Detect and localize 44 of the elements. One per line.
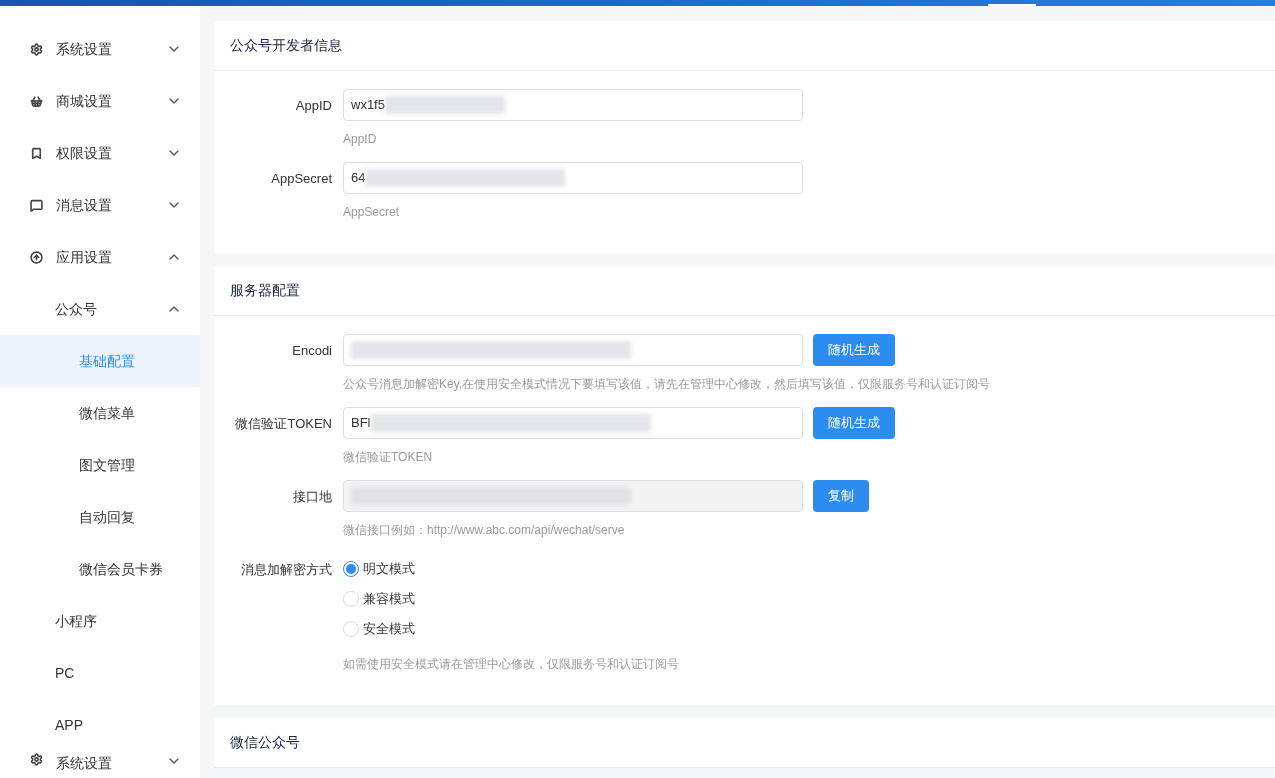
hint-text: 公众号消息加解密Key,在使用安全模式情况下要填写该值，请先在管理中心修改，然后填写该值，仅限服务号和认证订阅号 [343,376,991,393]
text-field[interactable] [343,334,803,366]
submenu-item[interactable]: PC [0,647,200,699]
submenu-item[interactable]: 小程序 [0,595,200,647]
card-title: 公众号开发者信息 [230,36,342,55]
submenu-item[interactable]: APP [0,699,200,751]
text-field[interactable]: BFl [343,407,803,439]
menu-item[interactable]: 商城设置 [0,75,200,127]
submenu-item[interactable]: 自动回复 [0,491,200,543]
field-label: AppSecret [271,170,332,188]
menu-item[interactable]: 权限设置 [0,127,200,179]
radio-option[interactable]: 兼容模式 [343,589,679,609]
circle-icon [30,250,43,264]
menu-item[interactable]: 消息设置 [0,179,200,231]
gear-icon [30,42,43,56]
hint-text: 如需使用安全模式请在管理中心修改，仅限服务号和认证订阅号 [343,656,679,673]
field-label: 微信验证TOKEN [235,415,332,433]
field-label: 消息加解密方式 [241,561,332,579]
card-title: 服务器配置 [230,281,300,300]
hint-text: 微信接口例如：http://www.abc.com/api/wechat/serve [343,522,626,539]
submenu-item[interactable]: 微信会员卡券 [0,543,200,595]
menu-item[interactable]: 应用设置 [0,231,200,283]
submenu-item[interactable]: 公众号 [0,283,200,335]
basket-icon [30,94,43,108]
hint-text: 微信验证TOKEN [343,449,434,466]
field-label: 接口地 [293,488,332,506]
hint-text: AppID [343,131,378,148]
submenu-item[interactable]: 图文管理 [0,439,200,491]
menu-item[interactable]: 系统设置 [0,751,200,778]
message-icon [30,198,43,212]
text-field[interactable]: wx1f5 [343,89,803,121]
radio-option[interactable]: 安全模式 [343,619,679,639]
card-title: 微信公众号 [230,733,300,752]
radio-option[interactable]: 明文模式 [343,559,679,579]
bookmark-icon [30,146,43,160]
submenu-item[interactable]: 微信菜单 [0,387,200,439]
field-label: AppID [295,97,332,115]
field-label: Encodi [292,342,332,360]
hint-text: AppSecret [343,204,401,221]
gear-icon [30,753,43,766]
menu-item[interactable]: 系统设置 [0,23,200,75]
text-field[interactable]: 64 [343,162,803,194]
active-tab-indicator [988,4,1036,6]
text-field[interactable] [343,480,803,512]
